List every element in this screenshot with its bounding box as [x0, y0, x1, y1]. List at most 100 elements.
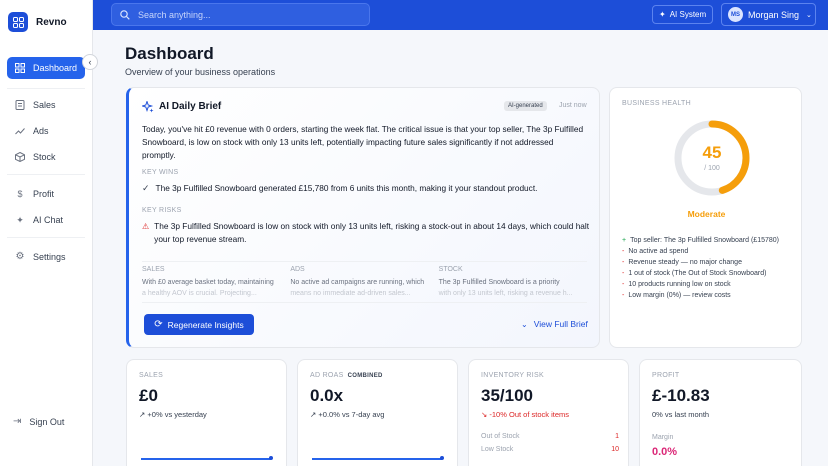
- ai-generated-badge: AI-generated: [504, 101, 547, 111]
- check-icon: ✓: [142, 183, 150, 193]
- sidebar-item-profit[interactable]: $ Profit: [7, 183, 85, 205]
- minus-icon: -: [622, 281, 625, 288]
- search-icon: [120, 9, 130, 20]
- trending-up-icon: ↗: [139, 410, 146, 419]
- sidebar-item-label: Ads: [33, 126, 49, 136]
- user-name: Morgan Sing: [748, 9, 800, 20]
- inventory-row-label: Low Stock: [481, 446, 514, 453]
- column-text: No active ad campaigns are running, whic…: [290, 279, 425, 286]
- stat-delta: ↗ +0% vs yesterday: [139, 410, 207, 419]
- stat-value: 0.0x: [310, 386, 344, 405]
- stat-value: 35/100: [481, 386, 533, 405]
- inventory-row-label: Out of Stock: [481, 433, 520, 440]
- gear-icon: ⚙: [15, 251, 25, 262]
- stat-delta-text: -10% Out of stock items: [489, 410, 570, 419]
- stat-delta: ↗ +0.0% vs 7-day avg: [310, 410, 384, 419]
- stat-delta: 0% vs last month: [652, 410, 710, 419]
- regenerate-insights-button[interactable]: ⟳ Regenerate Insights: [144, 314, 254, 335]
- divider: [7, 174, 85, 175]
- divider: [7, 237, 85, 238]
- sidebar-item-label: Settings: [33, 252, 66, 262]
- inventory-row: Low Stock 10: [481, 446, 619, 453]
- column-text: with only 13 units left, risking a reven…: [438, 290, 573, 297]
- inventory-row: Out of Stock 1: [481, 433, 619, 440]
- sidebar-item-label: Dashboard: [33, 63, 78, 73]
- sparkline: [141, 458, 271, 460]
- list-item: -10 products running low on stock: [622, 279, 797, 290]
- minus-icon: -: [622, 292, 625, 299]
- sign-out-label: Sign Out: [29, 416, 65, 427]
- inventory-row-value: 1: [615, 433, 619, 440]
- brief-column-stock: STOCK The 3p Fulfilled Snowboard is a pr…: [439, 262, 587, 303]
- ad-roas-stat-card[interactable]: AD ROAS COMBINED 0.0x ↗ +0.0% vs 7-day av…: [297, 359, 458, 466]
- column-text: a healthy AOV is crucial. Projecting...: [142, 290, 257, 297]
- key-risk-text: The 3p Fulfilled Snowboard is low on sto…: [154, 221, 590, 244]
- list-item: - No active ad spend: [622, 246, 797, 257]
- stat-label: PROFIT: [652, 372, 680, 379]
- divider: [142, 302, 587, 303]
- profit-stat-card[interactable]: PROFIT £-10.83 0% vs last month Margin 0…: [639, 359, 802, 466]
- search-input[interactable]: [138, 9, 358, 20]
- list-item: - Low margin (0%) — review costs: [622, 290, 797, 301]
- health-status: Moderate: [687, 209, 726, 219]
- stat-label-text: AD ROAS: [310, 372, 344, 379]
- trending-up-icon: ↗: [310, 410, 317, 419]
- user-menu[interactable]: MS Morgan Sing ⌄: [721, 3, 816, 26]
- sidebar-item-sales[interactable]: Sales: [7, 94, 85, 116]
- list-item: -1 out of stock (The Out of Stock Snowbo…: [622, 268, 797, 279]
- dollar-icon: $: [17, 189, 23, 199]
- inventory-row-value: 10: [611, 446, 619, 453]
- avatar: MS: [728, 7, 743, 22]
- sparkline-dot: [269, 456, 273, 460]
- trending-down-icon: ↘: [481, 410, 488, 419]
- sign-out-icon: ⇥: [13, 416, 22, 427]
- view-full-brief-link[interactable]: ⌄ View Full Brief: [521, 319, 588, 329]
- ai-daily-brief-card: AI Daily Brief AI-generated Just now Tod…: [126, 87, 600, 348]
- search-box[interactable]: [111, 3, 370, 26]
- receipt-icon: [15, 100, 25, 110]
- sidebar-item-dashboard[interactable]: Dashboard: [7, 57, 85, 79]
- business-health-card: BUSINESS HEALTH 45 / 100 Moderate + Top s…: [609, 87, 802, 348]
- sidebar-item-label: Sales: [33, 100, 56, 110]
- stat-label: AD ROAS COMBINED: [310, 372, 383, 379]
- factor-text: No active ad spend: [628, 248, 689, 255]
- divider: [7, 88, 85, 89]
- health-factors-list: + Top seller: The 3p Fulfilled Snowboard …: [622, 235, 797, 301]
- page-subtitle: Overview of your business operations: [125, 67, 276, 77]
- sidebar-item-ads[interactable]: Ads: [7, 120, 85, 142]
- brief-title: AI Daily Brief: [159, 101, 222, 112]
- sales-stat-card[interactable]: SALES £0 ↗ +0% vs yesterday: [126, 359, 287, 466]
- warning-icon: ⚠: [142, 222, 150, 231]
- list-item: - Revenue steady — no major change: [622, 257, 797, 268]
- list-item: + Top seller: The 3p Fulfilled Snowboard …: [622, 235, 797, 246]
- page-title: Dashboard: [125, 44, 214, 63]
- sidebar-item-label: Stock: [33, 152, 56, 162]
- ai-system-button[interactable]: ✦ AI System: [652, 5, 714, 24]
- stat-value: £-10.83: [652, 386, 710, 405]
- key-risks-label: KEY RISKS: [142, 207, 182, 214]
- trending-up-icon: [15, 128, 25, 135]
- sign-out-button[interactable]: ⇥ Sign Out: [13, 416, 64, 427]
- minus-icon: -: [622, 270, 625, 277]
- sparkle-icon: ✦: [16, 215, 24, 225]
- sparkline-dot: [440, 456, 444, 460]
- stat-value: £0: [139, 386, 158, 405]
- factor-text: 10 products running low on stock: [628, 281, 731, 288]
- brand[interactable]: Revno: [0, 0, 92, 44]
- column-text: The 3p Fulfilled Snowboard is a priority: [438, 279, 560, 286]
- margin-label: Margin: [652, 434, 674, 441]
- collapse-sidebar-button[interactable]: ‹: [82, 54, 98, 70]
- inventory-risk-stat-card[interactable]: INVENTORY RISK 35/100 ↘ -10% Out of stoc…: [468, 359, 629, 466]
- sidebar-item-ai-chat[interactable]: ✦ AI Chat: [7, 209, 85, 231]
- chevron-down-icon: ⌄: [521, 319, 528, 329]
- sparkles-icon: [142, 101, 154, 113]
- sidebar-item-stock[interactable]: Stock: [7, 146, 85, 168]
- column-head: STOCK: [438, 266, 463, 273]
- minus-icon: -: [622, 248, 625, 255]
- margin-value: 0.0%: [652, 446, 678, 458]
- stat-label: SALES: [139, 372, 164, 379]
- sidebar-item-settings[interactable]: ⚙ Settings: [7, 246, 85, 268]
- health-score: 45: [702, 143, 722, 162]
- column-text: means no immediate ad-driven sales...: [290, 290, 411, 297]
- sidebar-item-label: AI Chat: [33, 215, 64, 225]
